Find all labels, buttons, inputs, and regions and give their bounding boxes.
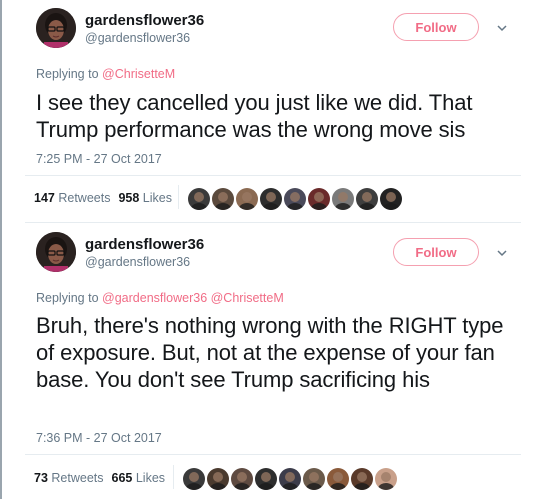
divider [25,222,521,223]
liker-avatar[interactable] [284,188,306,210]
retweets-label: Retweets [58,191,111,205]
tweet-stats: 73 Retweets 665 Likes [34,471,173,485]
author-name[interactable]: gardensflower36 [85,236,204,253]
liker-avatar[interactable] [308,188,330,210]
likes-stat[interactable]: 958 Likes [118,191,172,205]
liker-avatar[interactable] [255,468,277,490]
reply-context: Replying to @gardensflower36 @ChrisetteM [36,291,284,305]
liker-avatar[interactable] [183,468,205,490]
tweet-card: gardensflower36 @gardensflower36 Follow … [0,222,539,499]
tweet-stats: 147 Retweets 958 Likes [34,191,180,205]
stats-separator [178,185,179,209]
liker-avatar[interactable] [260,188,282,210]
liker-avatar[interactable] [279,468,301,490]
likes-label: Likes [135,471,166,485]
liker-avatar[interactable] [356,188,378,210]
follow-button[interactable]: Follow [393,238,479,266]
reply-context: Replying to @ChrisetteM [36,67,175,81]
left-border [0,0,2,222]
author-name[interactable]: gardensflower36 [85,12,204,29]
stats-separator [173,465,174,489]
follow-button[interactable]: Follow [393,13,479,41]
divider [25,175,521,176]
tweet-timestamp[interactable]: 7:36 PM - 27 Oct 2017 [36,431,162,445]
tweet-text: Bruh, there's nothing wrong with the RIG… [36,313,504,392]
reply-prefix: Replying to [36,67,99,81]
author-avatar[interactable] [36,232,76,272]
liker-avatar[interactable] [351,468,373,490]
liker-avatar[interactable] [303,468,325,490]
divider [25,454,521,455]
liker-avatars [183,468,397,490]
liker-avatar[interactable] [380,188,402,210]
tweet-card: gardensflower36 @gardensflower36 Follow … [0,0,539,222]
liker-avatar[interactable] [212,188,234,210]
chevron-down-icon[interactable] [496,22,508,34]
retweets-count: 147 [34,191,55,205]
reply-mention-link[interactable]: @gardensflower36 @ChrisetteM [102,291,284,305]
reply-mention-link[interactable]: @ChrisetteM [102,67,175,81]
left-border [0,222,2,499]
author-handle[interactable]: @gardensflower36 [85,31,190,45]
liker-avatar[interactable] [332,188,354,210]
liker-avatar[interactable] [236,188,258,210]
liker-avatars [188,188,402,210]
likes-label: Likes [142,191,172,205]
liker-avatar[interactable] [327,468,349,490]
chevron-down-icon[interactable] [496,247,508,259]
likes-count: 665 [111,471,133,485]
tweet-text: I see they cancelled you just like we di… [36,90,473,142]
author-handle[interactable]: @gardensflower36 [85,255,190,269]
liker-avatar[interactable] [231,468,253,490]
liker-avatar[interactable] [207,468,229,490]
liker-avatar[interactable] [188,188,210,210]
tweet-timestamp[interactable]: 7:25 PM - 27 Oct 2017 [36,152,162,166]
retweets-label: Retweets [51,471,104,485]
liker-avatar[interactable] [375,468,397,490]
likes-count: 958 [118,191,140,205]
retweets-stat[interactable]: 73 Retweets [34,471,104,485]
retweets-count: 73 [34,471,48,485]
author-avatar[interactable] [36,8,76,48]
reply-prefix: Replying to [36,291,99,305]
retweets-stat[interactable]: 147 Retweets [34,191,110,205]
likes-stat[interactable]: 665 Likes [112,471,166,485]
